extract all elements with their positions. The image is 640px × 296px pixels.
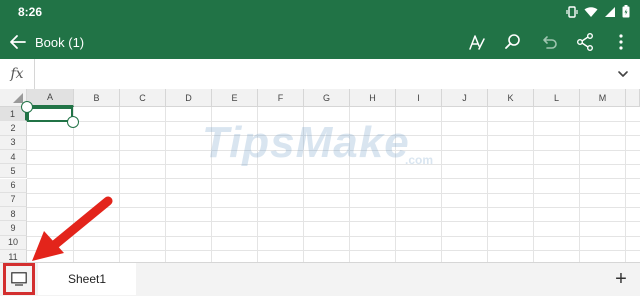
row-header[interactable]: 9: [0, 221, 27, 236]
status-bar: 8:26: [0, 0, 640, 25]
column-header[interactable]: A: [27, 89, 74, 107]
column-header[interactable]: J: [442, 89, 488, 107]
column-header[interactable]: L: [534, 89, 580, 107]
column-header[interactable]: C: [120, 89, 166, 107]
fx-label[interactable]: fx: [0, 59, 35, 89]
sheet-tab[interactable]: Sheet1: [38, 263, 136, 295]
selection-handle-start[interactable]: [21, 101, 33, 113]
battery-icon: [622, 5, 630, 18]
chevron-down-icon[interactable]: [616, 67, 630, 81]
back-arrow-icon[interactable]: [8, 32, 28, 52]
column-header[interactable]: D: [166, 89, 212, 107]
document-title[interactable]: Book (1): [35, 35, 84, 50]
row-header[interactable]: 6: [0, 178, 27, 193]
status-icons: [566, 5, 630, 18]
row-header[interactable]: 2: [0, 121, 27, 136]
column-header[interactable]: B: [74, 89, 120, 107]
selection-handle-end[interactable]: [67, 116, 79, 128]
grid-line: [487, 107, 488, 262]
watermark-suffix: .com: [405, 153, 434, 167]
formula-input[interactable]: [35, 59, 605, 89]
column-header[interactable]: H: [350, 89, 396, 107]
grid-line: [441, 107, 442, 262]
search-icon[interactable]: [502, 31, 524, 53]
watermark-logo: TipsMake: [202, 118, 410, 167]
column-header[interactable]: G: [304, 89, 350, 107]
grid-line: [625, 107, 626, 262]
column-header[interactable]: K: [488, 89, 534, 107]
row-header[interactable]: 10: [0, 235, 27, 250]
share-icon[interactable]: [574, 31, 596, 53]
column-header[interactable]: M: [580, 89, 626, 107]
row-header[interactable]: 7: [0, 192, 27, 208]
red-arrow-annotation: [32, 196, 113, 261]
column-header[interactable]: F: [258, 89, 304, 107]
signal-icon: [605, 6, 615, 17]
more-options-icon[interactable]: [610, 31, 632, 53]
sheet-bar: Sheet1 +: [0, 262, 640, 296]
grid-line: [119, 107, 120, 262]
wifi-icon: [584, 6, 598, 17]
draw-pen-icon[interactable]: [466, 31, 488, 53]
undo-icon[interactable]: [538, 31, 560, 53]
selected-cell-a1[interactable]: [27, 107, 73, 122]
grid-line: [533, 107, 534, 262]
row-header[interactable]: 11: [0, 250, 27, 262]
toolbar: [466, 31, 632, 53]
add-sheet-button[interactable]: +: [610, 268, 632, 290]
vibrate-icon: [566, 5, 578, 18]
row-header[interactable]: 4: [0, 149, 27, 165]
sheet-toggle-button[interactable]: [3, 263, 35, 295]
formula-bar: fx: [0, 59, 640, 90]
row-header[interactable]: 8: [0, 207, 27, 222]
monitor-icon: [11, 272, 27, 286]
column-header[interactable]: E: [212, 89, 258, 107]
app-bar: Book (1): [0, 25, 640, 59]
row-header[interactable]: 5: [0, 164, 27, 179]
status-time: 8:26: [18, 5, 43, 19]
column-header[interactable]: I: [396, 89, 442, 107]
row-header[interactable]: 3: [0, 135, 27, 150]
grid-line: [165, 107, 166, 262]
grid-line: [579, 107, 580, 262]
column-header-partial[interactable]: [626, 89, 640, 107]
